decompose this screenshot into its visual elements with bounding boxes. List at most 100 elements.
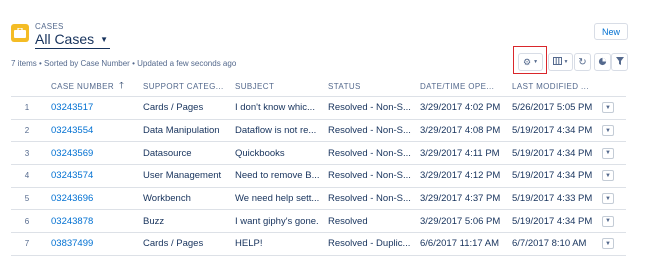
case-number-link[interactable]: 03243878 [51,210,139,232]
row-number: 4 [24,171,30,181]
row-actions-button[interactable]: ▼ [602,125,614,137]
date-opened-cell: 3/29/2017 4:02 PM [420,102,501,114]
subject-cell: Need to remove B... [235,170,320,182]
list-settings-button[interactable]: ⚙ ▼ [518,53,543,71]
column-header-last-modified[interactable]: LAST MODIFIED ... [512,76,600,96]
subject-cell: I want giphy's gone. [235,215,319,227]
caret-down-icon: ▼ [605,172,611,179]
support-category-cell: Workbench [143,193,191,205]
case-number-link[interactable]: 03243574 [51,165,139,187]
column-header-case-number[interactable]: CASE NUMBER 🡑 [51,76,139,96]
status-cell: Resolved - Non-S... [328,193,411,205]
case-number-link[interactable]: 03837499 [51,233,139,255]
new-button[interactable]: New [594,23,628,40]
charts-button[interactable] [594,53,611,71]
table-body: 1 03243517 Cards / Pages I don't know whic.… [11,97,626,256]
chevron-down-icon: ▼ [100,34,109,44]
row-actions-cell: ▼ [602,142,616,164]
column-header-subject[interactable]: SUBJECT [235,76,323,96]
subject-cell: Quickbooks [235,147,285,159]
row-actions-cell: ▼ [602,120,616,142]
chevron-down-icon: ▼ [533,59,539,65]
subject-cell: HELP! [235,238,263,250]
date-opened-cell: 3/29/2017 4:37 PM [420,193,501,205]
subject-cell: We need help sett... [235,193,320,205]
subject-cell: Dataflow is not re... [235,125,317,137]
gear-icon: ⚙ [522,56,532,67]
table-header-row: CASE NUMBER 🡑 SUPPORT CATEG... SUBJECT S… [11,76,626,97]
caret-down-icon: ▼ [605,218,611,225]
status-cell: Resolved - Duplic... [328,238,411,250]
row-number: 3 [24,148,30,158]
support-category-cell: User Management [143,170,222,182]
last-modified-cell: 6/7/2017 8:10 AM [512,238,587,250]
case-number-link[interactable]: 03243696 [51,188,139,210]
date-opened-cell: 6/6/2017 11:17 AM [420,238,500,250]
table-row: 1 03243517 Cards / Pages I don't know whic.… [11,97,626,120]
list-view-selector[interactable]: All Cases ▼ [35,30,111,49]
case-number-link[interactable]: 03243569 [51,142,139,164]
row-actions-button[interactable]: ▼ [602,215,614,227]
caret-down-icon: ▼ [605,240,611,247]
chevron-down-icon: ▼ [563,59,569,65]
column-header-label: CASE NUMBER [51,81,115,91]
row-actions-button[interactable]: ▼ [602,238,614,250]
status-cell: Resolved [328,215,368,227]
list-view-title: All Cases [35,31,95,47]
status-cell: Resolved - Non-S... [328,170,411,182]
column-header-support-category[interactable]: SUPPORT CATEG... [143,76,232,96]
table-row: 4 03243574 User Management Need to remove B… [11,165,626,188]
case-number-link[interactable]: 03243517 [51,97,139,119]
support-category-cell: Cards / Pages [143,102,204,114]
last-modified-cell: 5/19/2017 4:33 PM [512,193,593,205]
column-header-status[interactable]: STATUS [328,76,417,96]
row-actions-button[interactable]: ▼ [602,170,614,182]
table-columns-icon [552,57,562,67]
case-number-link[interactable]: 03243554 [51,120,139,142]
row-actions-cell: ▼ [602,210,616,232]
column-header-date-opened[interactable]: DATE/TIME OPE... [420,76,508,96]
status-cell: Resolved - Non-S... [328,125,411,137]
last-modified-cell: 5/19/2017 4:34 PM [512,215,593,227]
table-row: 6 03243878 Buzz I want giphy's gone. Resolve… [11,210,626,234]
support-category-cell: Datasource [143,147,192,159]
row-actions-cell: ▼ [602,97,616,119]
display-as-button[interactable]: ▼ [548,53,573,71]
support-category-cell: Cards / Pages [143,238,204,250]
briefcase-icon [11,24,29,42]
last-modified-cell: 5/26/2017 5:05 PM [512,102,593,114]
row-actions-button[interactable]: ▼ [602,102,614,114]
row-actions-cell: ▼ [602,165,616,187]
last-modified-cell: 5/19/2017 4:34 PM [512,170,593,182]
filter-button[interactable] [611,53,628,71]
table-row: 2 03243554 Data Manipulation Dataflow is no… [11,120,626,143]
pie-chart-icon [598,57,607,68]
table-row: 7 03837499 Cards / Pages HELP! Resolved - Du… [11,233,626,256]
caret-down-icon: ▼ [605,195,611,202]
caret-down-icon: ▼ [605,104,611,111]
row-number: 5 [24,194,30,204]
list-summary: 7 items • Sorted by Case Number • Update… [11,59,237,68]
status-cell: Resolved - Non-S... [328,102,411,114]
support-category-cell: Data Manipulation [143,125,220,137]
last-modified-cell: 5/19/2017 4:34 PM [512,147,593,159]
arrow-up-icon: 🡑 [119,80,125,90]
row-actions-button[interactable]: ▼ [602,193,614,205]
date-opened-cell: 3/29/2017 5:06 PM [420,215,501,227]
cases-table: CASE NUMBER 🡑 SUPPORT CATEG... SUBJECT S… [11,76,626,256]
date-opened-cell: 3/29/2017 4:12 PM [420,170,501,182]
refresh-icon: ↻ [578,56,587,68]
row-number: 1 [24,103,30,113]
row-actions-button[interactable]: ▼ [602,147,614,159]
table-row: 5 03243696 Workbench We need help sett... Re… [11,188,626,211]
status-cell: Resolved - Non-S... [328,147,411,159]
filter-icon [615,57,624,67]
refresh-button[interactable]: ↻ [574,53,591,71]
table-row: 3 03243569 Datasource Quickbooks Resolved - … [11,142,626,166]
caret-down-icon: ▼ [605,127,611,134]
support-category-cell: Buzz [143,215,165,227]
row-actions-cell: ▼ [602,188,616,210]
date-opened-cell: 3/29/2017 4:11 PM [420,147,500,159]
row-number: 6 [24,216,30,226]
row-number: 2 [24,126,30,136]
